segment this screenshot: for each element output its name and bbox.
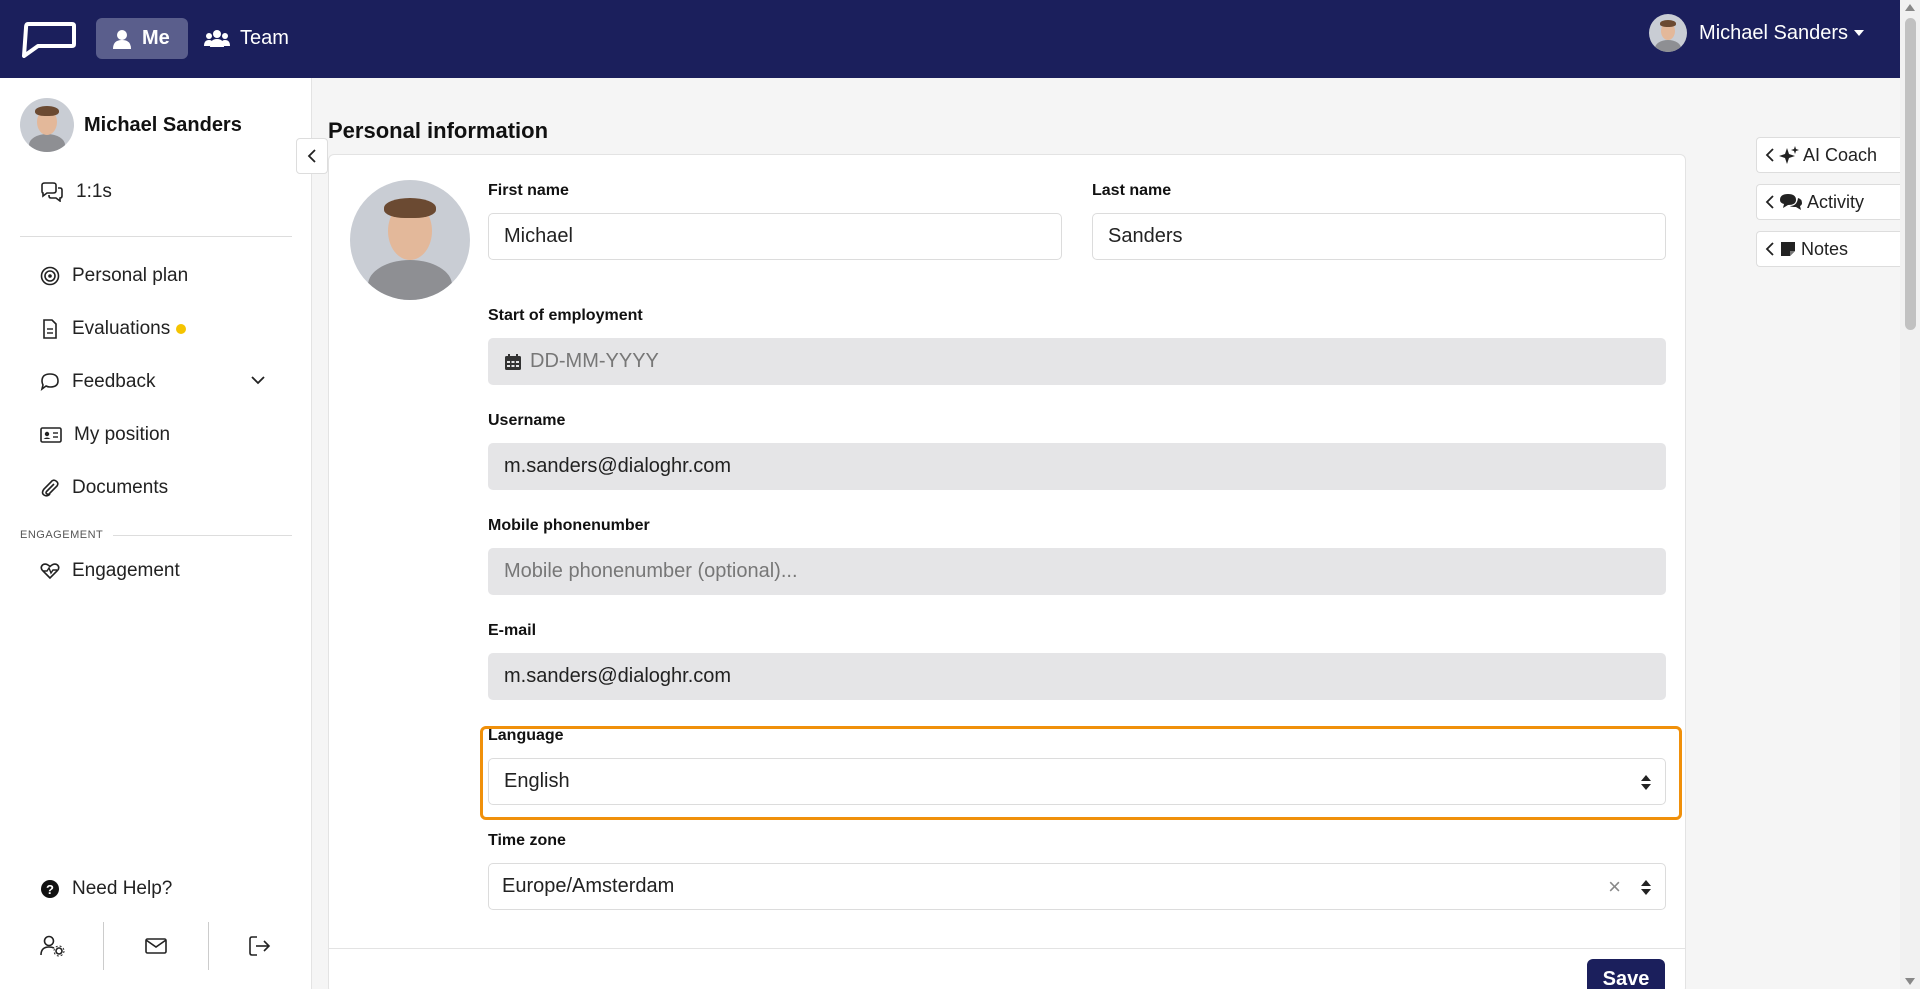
last-name-label: Last name bbox=[1092, 182, 1172, 199]
sidebar-item-1on1s[interactable]: 1:1s bbox=[40, 181, 112, 203]
sidebar-item-label: Documents bbox=[72, 477, 169, 498]
sidebar-item-engagement[interactable]: Engagement bbox=[40, 560, 180, 582]
scroll-thumb[interactable] bbox=[1905, 18, 1916, 330]
scroll-up-icon[interactable] bbox=[1905, 4, 1915, 11]
chevron-left-icon bbox=[307, 149, 316, 163]
sidebar-item-label: My position bbox=[74, 424, 171, 445]
sidebar-item-label: 1:1s bbox=[76, 181, 112, 202]
section-label-engagement: ENGAGEMENT bbox=[20, 529, 292, 541]
chevron-left-icon bbox=[1765, 148, 1774, 162]
page-scrollbar[interactable] bbox=[1900, 0, 1920, 989]
heart-pulse-icon bbox=[40, 563, 60, 580]
comments-icon bbox=[1780, 194, 1802, 210]
nav-me-label: Me bbox=[142, 27, 170, 49]
start-employment-input[interactable]: DD-MM-YYYY bbox=[488, 338, 1666, 385]
avatar bbox=[1649, 14, 1688, 52]
sidebar: Michael Sanders 1:1s Personal plan Evalu… bbox=[0, 78, 312, 989]
sticky-note-icon bbox=[1781, 242, 1795, 256]
user-icon bbox=[113, 29, 131, 49]
email-label: E-mail bbox=[488, 622, 537, 639]
need-help-link[interactable]: ? Need Help? bbox=[40, 878, 172, 900]
divider bbox=[20, 236, 292, 237]
tab-label: Notes bbox=[1801, 238, 1849, 259]
chevron-down-icon[interactable] bbox=[250, 374, 266, 386]
username-label: Username bbox=[488, 412, 566, 429]
id-card-icon bbox=[40, 427, 62, 443]
tab-activity[interactable]: Activity bbox=[1756, 184, 1900, 220]
question-icon: ? bbox=[41, 880, 59, 898]
calendar-icon bbox=[505, 353, 521, 370]
notification-dot bbox=[176, 324, 187, 334]
sidebar-item-documents[interactable]: Documents bbox=[40, 477, 168, 499]
last-name-input[interactable]: Sanders bbox=[1092, 213, 1666, 260]
tab-ai-coach[interactable]: AI Coach bbox=[1756, 137, 1900, 173]
sidebar-item-my-position[interactable]: My position bbox=[40, 424, 170, 446]
start-employment-label: Start of employment bbox=[488, 307, 643, 324]
sidebar-item-label: Engagement bbox=[72, 560, 180, 581]
timezone-select[interactable]: Europe/Amsterdam × bbox=[488, 863, 1666, 910]
sidebar-item-label: Need Help? bbox=[72, 878, 173, 899]
profile-photo[interactable] bbox=[350, 180, 470, 300]
mobile-label: Mobile phonenumber bbox=[488, 517, 650, 534]
logout-button[interactable] bbox=[209, 922, 312, 970]
sidebar-bottom-actions bbox=[0, 922, 312, 970]
email-input[interactable]: m.sanders@dialoghr.com bbox=[488, 653, 1666, 700]
caret-down-icon bbox=[1854, 30, 1864, 36]
envelope-icon bbox=[145, 938, 167, 954]
page-title: Personal information bbox=[328, 118, 549, 143]
user-menu[interactable]: Michael Sanders bbox=[1649, 14, 1864, 52]
sidebar-item-label: Personal plan bbox=[72, 265, 189, 286]
mobile-input[interactable]: Mobile phonenumber (optional)... bbox=[488, 548, 1666, 595]
target-icon bbox=[40, 266, 60, 286]
user-name: Michael Sanders bbox=[1699, 21, 1848, 44]
sidebar-item-feedback[interactable]: Feedback bbox=[40, 371, 155, 393]
profile-name: Michael Sanders bbox=[84, 113, 242, 136]
messages-button[interactable] bbox=[104, 922, 209, 970]
document-icon bbox=[43, 319, 57, 339]
sidebar-profile[interactable]: Michael Sanders bbox=[20, 98, 242, 152]
save-button[interactable]: Save bbox=[1587, 959, 1665, 989]
comment-icon bbox=[40, 373, 59, 391]
top-navbar: Me Team Michael Sanders bbox=[0, 0, 1900, 78]
sidebar-item-evaluations[interactable]: Evaluations bbox=[40, 318, 187, 340]
nav-me-button[interactable]: Me bbox=[96, 18, 188, 59]
username-input[interactable]: m.sanders@dialoghr.com bbox=[488, 443, 1666, 490]
paperclip-icon bbox=[41, 479, 59, 497]
sidebar-item-label: Feedback bbox=[72, 371, 156, 392]
sidebar-item-personal-plan[interactable]: Personal plan bbox=[40, 265, 188, 287]
logout-icon bbox=[249, 936, 271, 956]
user-gear-icon bbox=[39, 935, 65, 957]
divider bbox=[328, 948, 1686, 949]
select-arrows-icon bbox=[1641, 775, 1651, 790]
tab-label: Activity bbox=[1807, 191, 1865, 212]
select-arrows-icon bbox=[1641, 880, 1651, 895]
svg-text:?: ? bbox=[46, 882, 54, 897]
chevron-left-icon bbox=[1765, 242, 1774, 256]
timezone-label: Time zone bbox=[488, 832, 566, 849]
language-label: Language bbox=[488, 727, 564, 744]
language-select[interactable]: English bbox=[488, 758, 1666, 805]
logo-icon[interactable] bbox=[20, 20, 76, 58]
nav-team-label: Team bbox=[240, 27, 289, 49]
users-icon bbox=[204, 29, 230, 47]
nav-team-button[interactable]: Team bbox=[188, 18, 305, 59]
tab-label: AI Coach bbox=[1803, 144, 1878, 165]
collapse-sidebar-button[interactable] bbox=[296, 138, 328, 174]
tab-notes[interactable]: Notes bbox=[1756, 231, 1900, 267]
user-settings-button[interactable] bbox=[0, 922, 105, 970]
chevron-left-icon bbox=[1765, 195, 1774, 209]
chat-icon bbox=[41, 182, 63, 202]
clear-icon[interactable]: × bbox=[1608, 874, 1621, 900]
sidebar-item-label: Evaluations bbox=[72, 318, 171, 339]
sparkles-icon bbox=[1779, 146, 1799, 164]
scroll-down-icon[interactable] bbox=[1905, 978, 1915, 985]
avatar bbox=[20, 98, 74, 152]
first-name-input[interactable]: Michael bbox=[488, 213, 1062, 260]
first-name-label: First name bbox=[488, 182, 569, 199]
